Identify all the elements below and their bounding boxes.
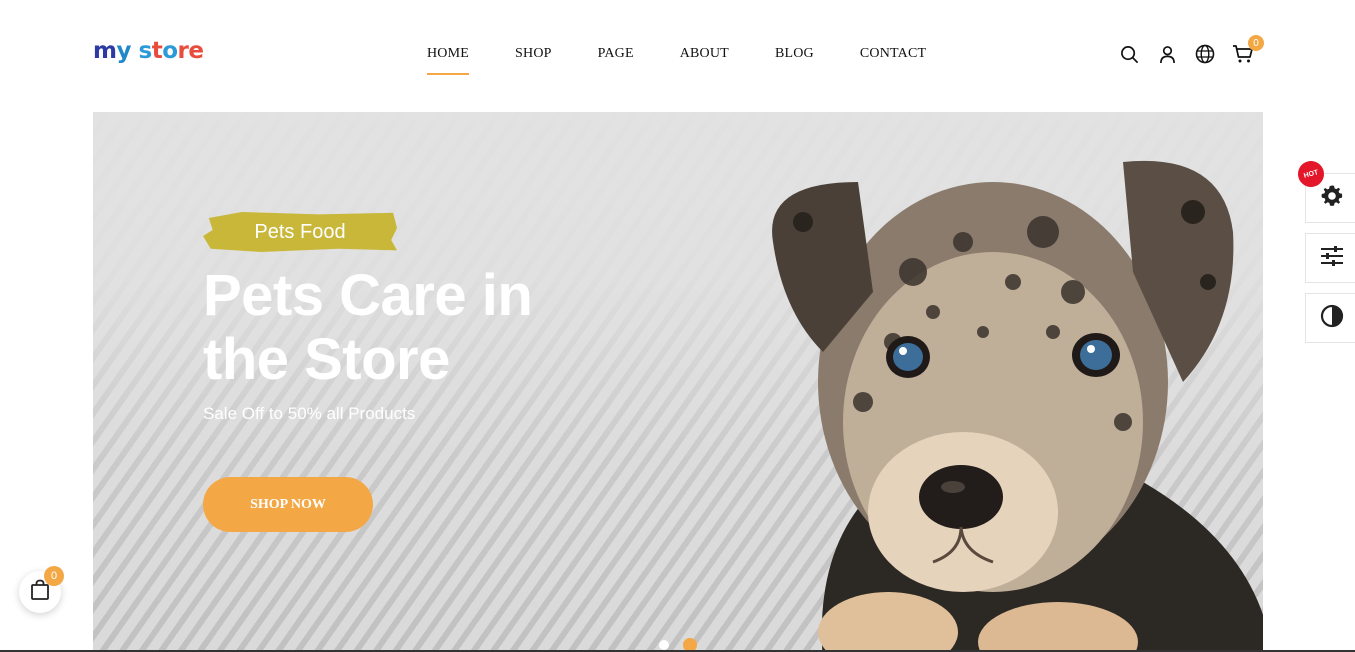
nav-item-about[interactable]: ABOUT <box>680 46 729 62</box>
header-actions: 0 <box>1118 35 1264 65</box>
gear-icon <box>1320 184 1344 213</box>
main-nav: HOME SHOP PAGE ABOUT BLOG CONTACT <box>427 46 926 75</box>
hero-subtitle: Sale Off to 50% all Products <box>203 404 416 423</box>
filter-panel-button[interactable] <box>1305 233 1355 283</box>
contrast-icon <box>1320 304 1344 333</box>
search-icon[interactable] <box>1118 43 1140 65</box>
logo-letter: t <box>151 38 163 64</box>
nav-item-contact[interactable]: CONTACT <box>860 46 926 62</box>
logo-letter: o <box>162 38 178 64</box>
logo-letter: e <box>188 38 204 64</box>
shop-now-button[interactable]: SHOP NOW <box>203 477 373 532</box>
sliders-icon <box>1320 245 1344 272</box>
logo-letter <box>131 38 139 64</box>
logo[interactable]: my store <box>93 38 204 64</box>
nav-item-home[interactable]: HOME <box>427 46 470 75</box>
logo-letter: r <box>177 38 189 64</box>
user-icon[interactable] <box>1156 43 1178 65</box>
cart-count-badge: 0 <box>1248 35 1264 51</box>
logo-letter: s <box>138 38 152 64</box>
logo-letter: y <box>116 38 131 64</box>
floating-cart-count: 0 <box>44 566 64 586</box>
hero-tag: Pets Food <box>203 212 397 252</box>
page: my store HOME SHOP PAGE ABOUT BLOG CONTA… <box>0 0 1355 652</box>
cart-icon[interactable]: 0 <box>1232 35 1264 65</box>
nav-item-blog[interactable]: BLOG <box>775 46 814 62</box>
logo-letter: m <box>93 38 117 64</box>
nav-item-page[interactable]: PAGE <box>598 46 634 62</box>
slider-dot[interactable] <box>659 640 669 650</box>
hero-slider: Pets Food Pets Care in the Store Sale Of… <box>93 112 1263 652</box>
theme-toggle-button[interactable] <box>1305 293 1355 343</box>
nav-item-shop[interactable]: SHOP <box>515 46 552 62</box>
hero-title: Pets Care in the Store <box>203 263 533 392</box>
puppy-image <box>772 160 1263 652</box>
globe-icon[interactable] <box>1194 43 1216 65</box>
